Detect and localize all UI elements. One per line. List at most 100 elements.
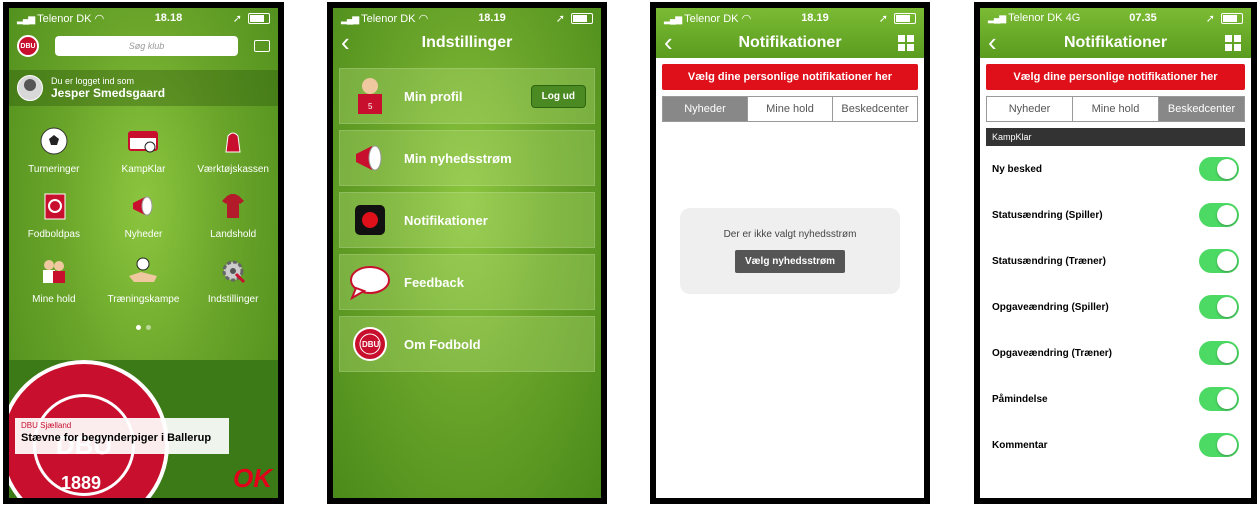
status-bar: ▂▄▆ Telenor DK ◠ 18.19 ➚ — [333, 8, 601, 28]
toggle-label: Ny besked — [992, 163, 1043, 175]
choose-newsfeed-button[interactable]: Vælg nyhedsstrøm — [734, 250, 846, 273]
tile-kampklar[interactable]: KampKlar — [99, 124, 189, 175]
back-icon[interactable]: ‹ — [341, 28, 350, 56]
carrier: Telenor DK — [361, 12, 416, 25]
segmented-tabs: Nyheder Mine hold Beskedcenter — [662, 96, 918, 122]
menu-item-label: Feedback — [404, 274, 464, 290]
wifi-icon: ◠ — [94, 12, 105, 25]
tile-grid: Turneringer KampKlar Værktøjskassen Fodb… — [9, 124, 278, 305]
carrier: Telenor DK — [684, 12, 739, 25]
toggle-switch[interactable] — [1199, 433, 1239, 457]
tile-label: Indstillinger — [207, 294, 259, 305]
toggle-label: Opgaveændring (Spiller) — [992, 301, 1109, 313]
segmented-tabs: Nyheder Mine hold Beskedcenter — [986, 96, 1245, 122]
tab-nyheder[interactable]: Nyheder — [663, 97, 748, 121]
inbox-icon[interactable] — [254, 40, 270, 52]
dbu-logo-icon: DBU — [17, 35, 39, 57]
back-icon[interactable]: ‹ — [988, 28, 997, 56]
tab-mine-hold[interactable]: Mine hold — [748, 97, 833, 121]
location-icon: ➚ — [555, 12, 565, 25]
signal-icon: ▂▄▆ — [341, 13, 359, 24]
tile-label: Mine hold — [32, 294, 76, 305]
notifications-news-screen: ▂▄▆ Telenor DK ◠ 18.19 ➚ ‹ Notifikatione… — [656, 8, 924, 498]
tile-label: Nyheder — [124, 229, 163, 240]
tab-beskedcenter[interactable]: Beskedcenter — [833, 97, 917, 121]
battery-icon — [571, 13, 593, 25]
toggle-label: Statusændring (Spiller) — [992, 209, 1103, 221]
phone-home: ▂▄▆ Telenor DK ◠ 18.18 ➚ DBU Søg klub Du… — [3, 2, 284, 504]
toggle-list: Ny besked Statusændring (Spiller) Status… — [980, 146, 1251, 468]
news-banner[interactable]: DBU 1889 DBU Sjælland Stævne for begynde… — [9, 360, 278, 498]
handshake-icon — [126, 254, 160, 288]
menu-item-om-fodbold[interactable]: DBU Om Fodbold — [339, 316, 595, 372]
jersey-icon — [216, 189, 250, 223]
battery-icon — [248, 13, 270, 25]
battery-icon — [1220, 13, 1243, 25]
back-icon[interactable]: ‹ — [664, 28, 673, 56]
tab-beskedcenter[interactable]: Beskedcenter — [1159, 97, 1244, 121]
toggle-label: Statusændring (Træner) — [992, 255, 1106, 267]
grid-menu-icon[interactable] — [1225, 35, 1241, 51]
toggle-label: Kommentar — [992, 439, 1048, 451]
tile-landshold[interactable]: Landshold — [188, 189, 278, 240]
toggle-switch[interactable] — [1199, 341, 1239, 365]
header: ▂▄▆ Telenor DK 4G 07.35 ➚ ‹ Notifikation… — [980, 8, 1251, 58]
toggle-row: Statusændring (Spiller) — [980, 192, 1251, 238]
tile-label: Træningskampe — [107, 294, 180, 305]
tile-mine-hold[interactable]: Mine hold — [9, 254, 99, 305]
menu-item-min-nyhedsstroem[interactable]: Min nyhedsstrøm — [339, 130, 595, 186]
toggle-switch[interactable] — [1199, 295, 1239, 319]
tab-nyheder[interactable]: Nyheder — [987, 97, 1073, 121]
menu-item-label: Min profil — [404, 88, 463, 104]
menu-item-min-profil[interactable]: 5 Min profil Log ud — [339, 68, 595, 124]
ticket-icon — [126, 124, 160, 158]
location-icon: ➚ — [232, 12, 242, 25]
tile-nyheder[interactable]: Nyheder — [99, 189, 189, 240]
clock: 18.19 — [801, 12, 829, 24]
tile-indstillinger[interactable]: Indstillinger — [188, 254, 278, 305]
menu-item-label: Om Fodbold — [404, 336, 481, 352]
signal-icon: ▂▄▆ — [17, 13, 35, 24]
seal-year: 1889 — [61, 473, 102, 493]
megaphone-icon — [348, 136, 392, 180]
empty-state-text: Der er ikke valgt nyhedsstrøm — [723, 229, 857, 240]
settings-screen: ▂▄▆ Telenor DK ◠ 18.19 ➚ ‹ Indstillinger… — [333, 8, 601, 498]
toggle-row: Opgaveændring (Træner) — [980, 330, 1251, 376]
toggle-switch[interactable] — [1199, 157, 1239, 181]
soccer-ball-icon — [37, 124, 71, 158]
empty-state: Der er ikke valgt nyhedsstrøm Vælg nyhed… — [680, 208, 900, 294]
toggle-row: Opgaveændring (Spiller) — [980, 284, 1251, 330]
tile-traeningskampe[interactable]: Træningskampe — [99, 254, 189, 305]
clock: 07.35 — [1129, 12, 1157, 24]
logout-button[interactable]: Log ud — [530, 84, 586, 108]
phone-notifications-messages: ▂▄▆ Telenor DK 4G 07.35 ➚ ‹ Notifikation… — [974, 2, 1257, 504]
clock: 18.19 — [478, 12, 506, 24]
grid-menu-icon[interactable] — [898, 35, 914, 51]
nav-bar: ‹ Notifikationer — [980, 28, 1251, 58]
status-bar: ▂▄▆ Telenor DK ◠ 18.19 ➚ — [656, 8, 924, 28]
nav-bar: ‹ Indstillinger — [333, 28, 601, 58]
tile-turneringer[interactable]: Turneringer — [9, 124, 99, 175]
toggle-switch[interactable] — [1199, 203, 1239, 227]
tile-fodboldpas[interactable]: Fodboldpas — [9, 189, 99, 240]
settings-menu: 5 Min profil Log ud Min nyhedsstrøm Noti… — [333, 68, 601, 372]
battery-icon — [894, 13, 916, 25]
menu-item-feedback[interactable]: Feedback — [339, 254, 595, 310]
sponsor-logo: OK — [233, 463, 272, 493]
tab-mine-hold[interactable]: Mine hold — [1073, 97, 1159, 121]
toggle-row: Statusændring (Træner) — [980, 238, 1251, 284]
status-bar: ▂▄▆ Telenor DK ◠ 18.18 ➚ — [9, 8, 278, 28]
toggle-switch[interactable] — [1199, 249, 1239, 273]
menu-item-notifikationer[interactable]: Notifikationer — [339, 192, 595, 248]
location-icon: ➚ — [878, 12, 888, 25]
tile-vaerktoejskassen[interactable]: Værktøjskassen — [188, 124, 278, 175]
news-card[interactable]: DBU Sjælland Stævne for begynderpiger i … — [15, 418, 229, 454]
toggle-switch[interactable] — [1199, 387, 1239, 411]
search-input[interactable]: Søg klub — [55, 36, 238, 56]
megaphone-icon — [126, 189, 160, 223]
menu-item-label: Min nyhedsstrøm — [404, 150, 512, 166]
toggle-row: Kommentar — [980, 422, 1251, 468]
header: ▂▄▆ Telenor DK ◠ 18.19 ➚ ‹ Notifikatione… — [656, 8, 924, 58]
notification-banner: Vælg dine personlige notifikationer her — [986, 64, 1245, 90]
clock: 18.18 — [154, 12, 183, 24]
